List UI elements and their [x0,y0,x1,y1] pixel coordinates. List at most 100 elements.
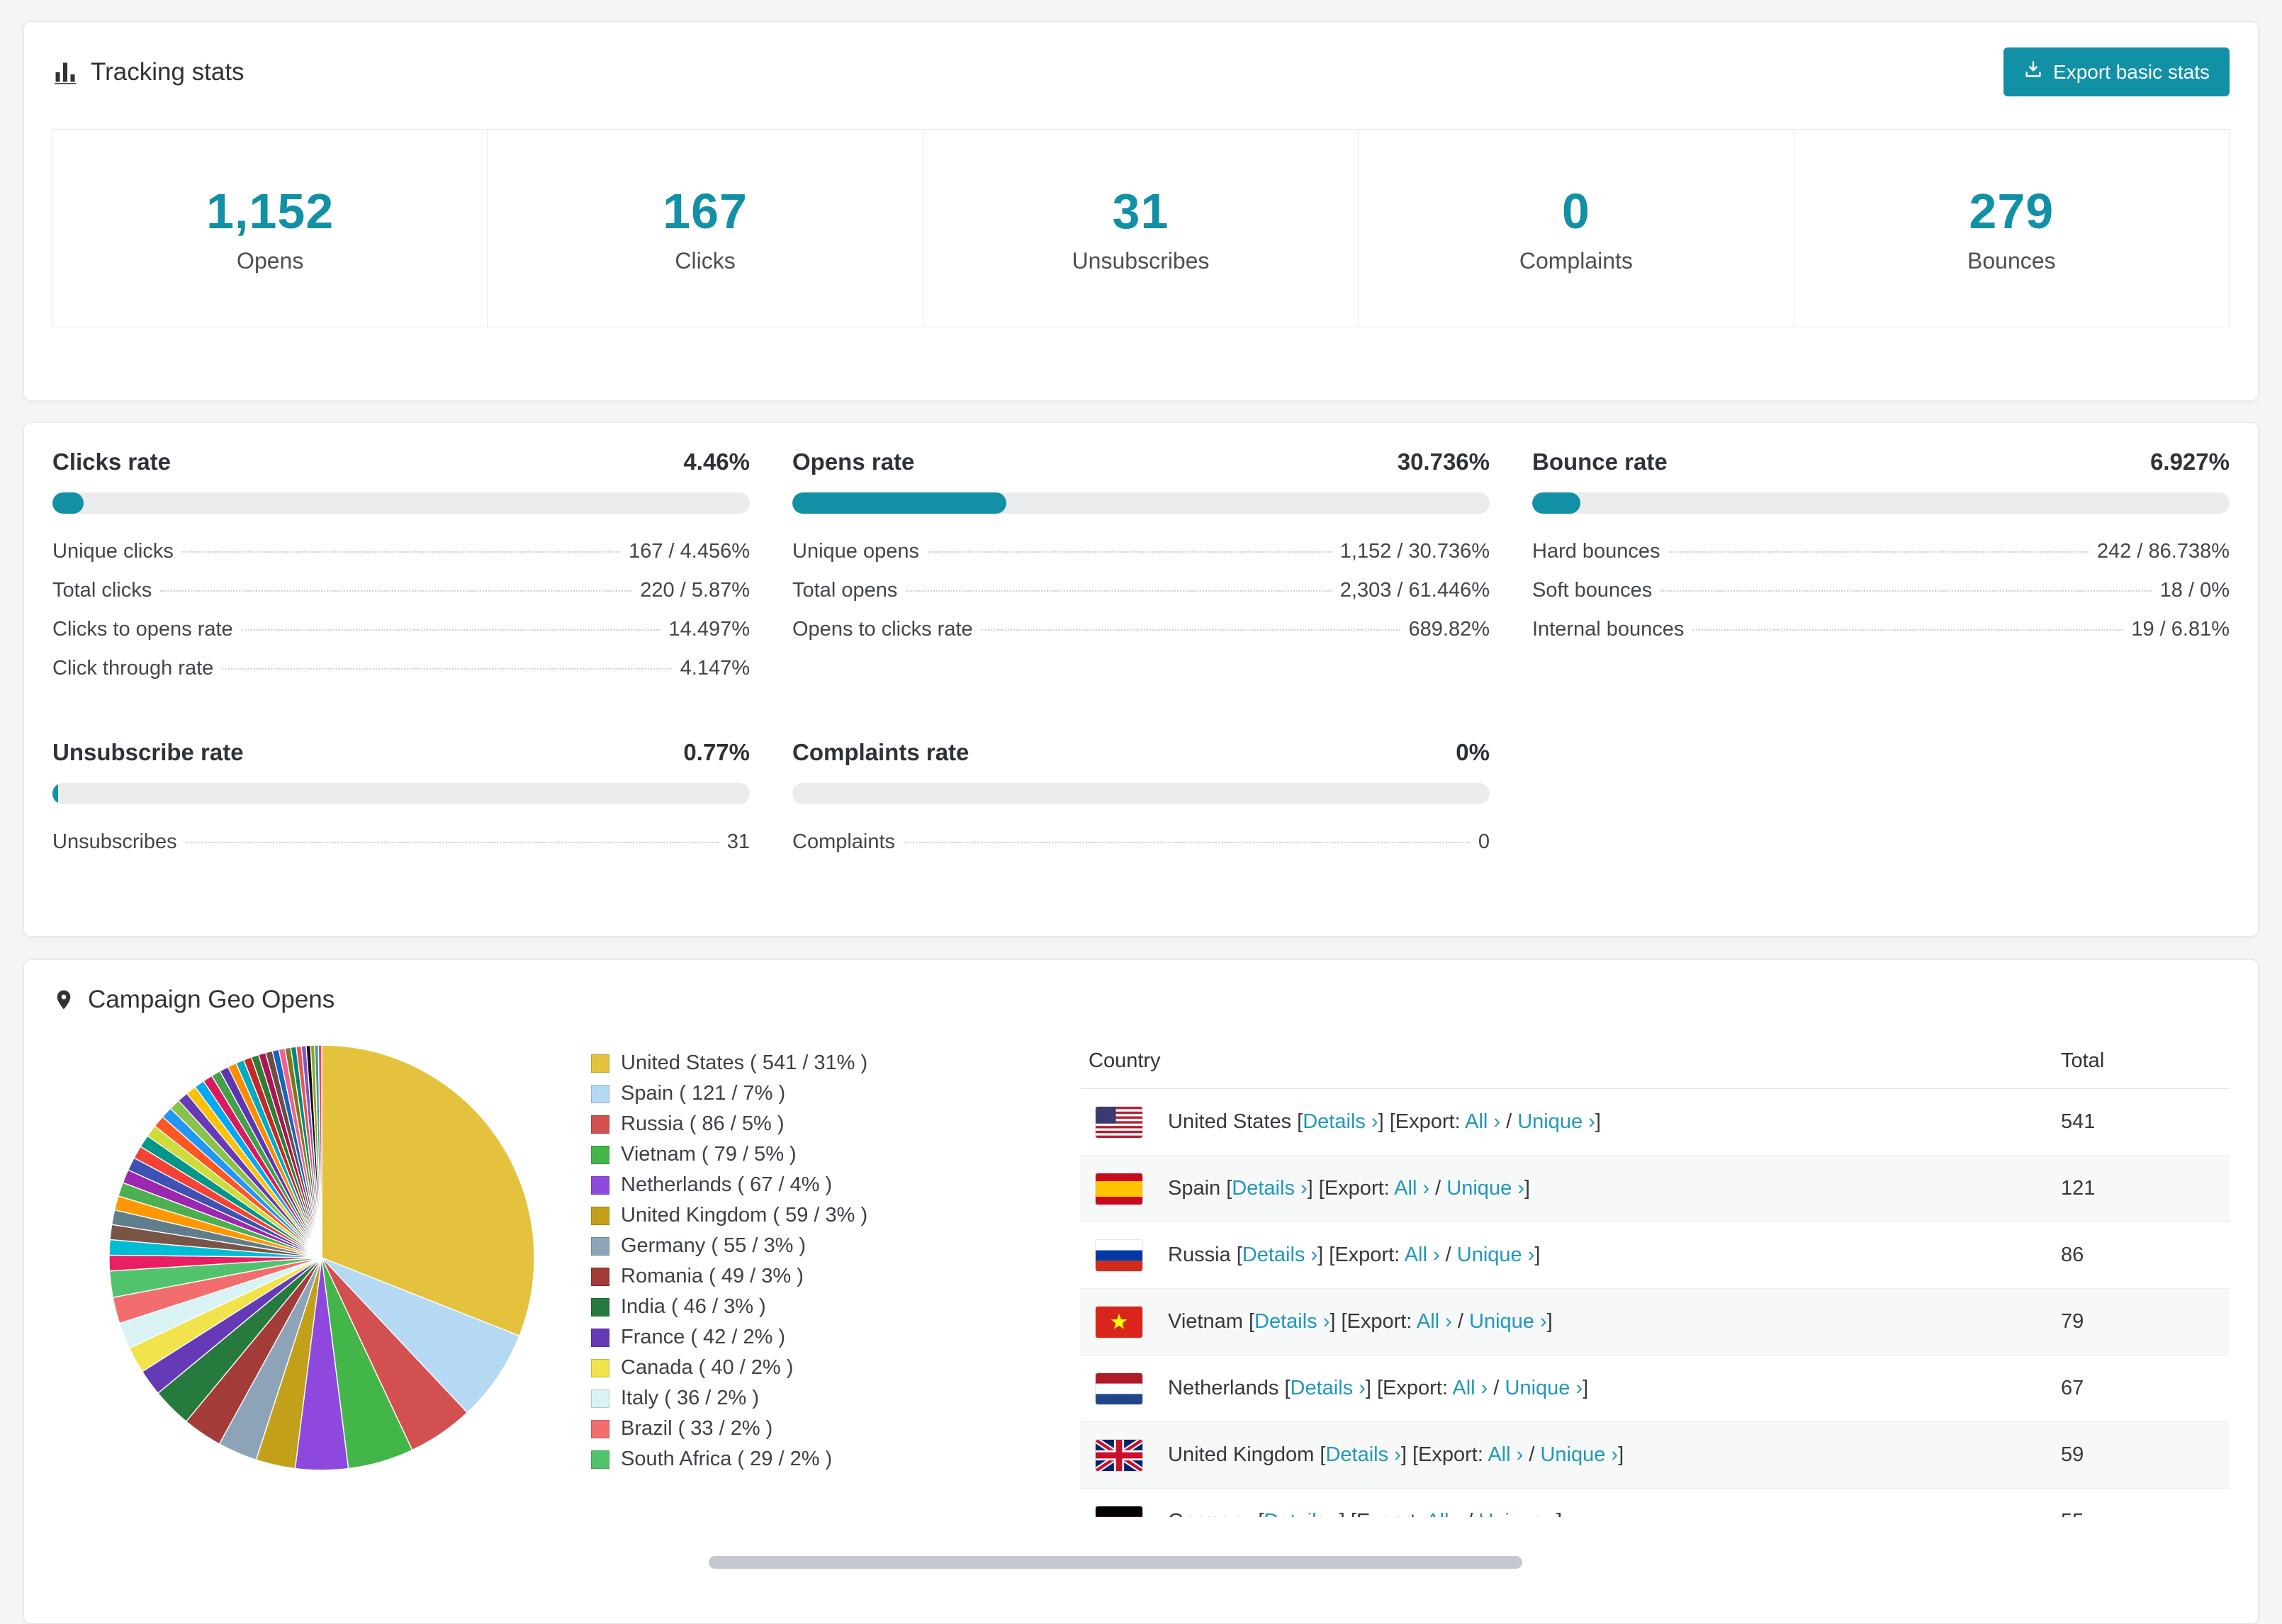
stat-value: 167 / 4.456% [629,540,750,563]
rate-title: Opens rate [792,449,915,475]
rate-title: Bounce rate [1532,449,1668,475]
horizontal-scrollbar-thumb[interactable] [709,1556,1522,1569]
stat-label: Complaints [792,830,896,853]
export-all-link[interactable]: All › [1488,1443,1523,1466]
stat-value: 4.147% [680,657,750,680]
rate-title: Complaints rate [792,739,969,765]
country-cell: Spain [Details ›] [Export: All › / Uniqu… [1159,1155,2052,1222]
export-unique-link[interactable]: Unique › [1469,1310,1547,1333]
bracket: [ [1284,1377,1291,1399]
legend-label: United States ( 541 / 31% ) [621,1051,868,1074]
legend-label: Vietnam ( 79 / 5% ) [621,1143,797,1166]
legend-color-swatch [591,1419,609,1438]
legend-color-swatch [591,1206,609,1225]
legend-color-swatch [591,1389,609,1408]
rate-block-complaints-rate: Complaints rate 0% Complaints 0 [792,739,1490,862]
bracket: ] [1317,1244,1324,1266]
export-unique-link[interactable]: Unique › [1540,1443,1618,1466]
legend-label: South Africa ( 29 / 2% ) [621,1448,833,1470]
geo-table-row: Russia [Details ›] [Export: All › / Uniq… [1080,1222,2230,1289]
total-cell: 55 [2052,1488,2230,1517]
stat-line: Unique opens 1,152 / 30.736% [792,532,1490,571]
rate-value: 0% [1456,739,1490,765]
export-unique-link[interactable]: Unique › [1478,1510,1556,1517]
export-unique-link[interactable]: Unique › [1505,1377,1583,1399]
total-cell: 67 [2052,1355,2230,1422]
details-link[interactable]: Details › [1232,1177,1307,1200]
total-cell: 59 [2052,1421,2230,1489]
details-link[interactable]: Details › [1254,1310,1330,1333]
stat-line: Total opens 2,303 / 61.446% [792,571,1490,610]
stat-line: Clicks to opens rate 14.497% [52,610,750,649]
stat-line: Total clicks 220 / 5.87% [52,571,750,610]
stat-label: Unique opens [792,540,919,563]
stat-label: Unsubscribes [52,830,177,853]
stat-label: Unique clicks [52,540,174,563]
stat-value: 2,303 / 61.446% [1339,579,1490,602]
country-cell: Vietnam [Details ›] [Export: All › / Uni… [1159,1288,2052,1355]
geo-body: United States ( 541 / 31% ) Spain ( 121 /… [52,1038,2230,1517]
summary-grid: 1,152 Opens 167 Clicks 31 Unsubscribes 0 Compla… [52,129,2230,327]
export-all-link[interactable]: All › [1405,1244,1440,1266]
bracket: ] [1339,1510,1345,1517]
slash: / [1523,1443,1541,1466]
dotted-leader [906,590,1332,592]
country-name: Germany [1168,1510,1252,1517]
rate-block-bounce-rate: Bounce rate 6.927% Hard bounces 242 / 86.73… [1532,449,2230,688]
legend-label: Russia ( 86 / 5% ) [621,1112,785,1135]
export-basic-stats-button[interactable]: Export basic stats [2003,47,2230,96]
details-link[interactable]: Details › [1242,1244,1317,1266]
bracket: ] [1400,1443,1407,1466]
stat-value: 689.82% [1408,618,1490,641]
legend-color-swatch [591,1328,609,1347]
rate-progress-fill [52,492,84,514]
dotted-leader [241,629,661,631]
export-unique-link[interactable]: Unique › [1457,1244,1535,1266]
bracket: [ [1236,1244,1242,1266]
summary-value: 279 [1969,183,2055,239]
total-cell: 541 [2052,1088,2230,1156]
rate-block-unsubscribe-rate: Unsubscribe rate 0.77% Unsubscribes 31 [52,739,750,862]
geo-table-row: United States [Details ›] [Export: All ›… [1080,1088,2230,1156]
export-all-link[interactable]: All › [1452,1377,1488,1399]
export-unique-link[interactable]: Unique › [1517,1110,1595,1133]
export-label: [Export: [1351,1510,1426,1517]
geo-header: Campaign Geo Opens [52,986,2230,1014]
tracking-stats-header: Tracking stats Export basic stats [52,47,2230,96]
export-label: [Export: [1318,1177,1395,1200]
bracket: ] [1556,1510,1562,1517]
stat-line: Soft bounces 18 / 0% [1532,571,2230,610]
export-all-link[interactable]: All › [1394,1177,1429,1200]
bracket: ] [1307,1177,1313,1200]
country-cell: United Kingdom [Details ›] [Export: All … [1159,1421,2052,1489]
tracking-stats-title-text: Tracking stats [91,57,244,86]
legend-item: India ( 46 / 3% ) [591,1292,1052,1322]
download-icon [2023,60,2043,84]
rates-row-secondary: Unsubscribe rate 0.77% Unsubscribes 31 Compl… [52,739,2230,862]
details-link[interactable]: Details › [1264,1510,1339,1517]
export-all-link[interactable]: All › [1426,1510,1461,1517]
stat-line: Internal bounces 19 / 6.81% [1532,610,2230,649]
slash: / [1461,1510,1478,1517]
export-all-link[interactable]: All › [1465,1110,1500,1133]
legend-item: Russia ( 86 / 5% ) [591,1109,1052,1139]
country-name: United Kingdom [1168,1443,1315,1466]
rate-progress-fill [52,783,58,804]
legend-label: Canada ( 40 / 2% ) [621,1356,794,1379]
summary-stat-opens: 1,152 Opens [52,129,488,327]
export-unique-link[interactable]: Unique › [1446,1177,1524,1200]
dotted-leader [1660,590,2152,592]
export-label: [Export: [1412,1443,1488,1466]
legend-color-swatch [591,1084,609,1103]
details-link[interactable]: Details › [1303,1110,1378,1133]
stat-value: 14.497% [668,618,751,641]
details-link[interactable]: Details › [1291,1377,1366,1399]
legend-color-swatch [591,1145,609,1164]
details-link[interactable]: Details › [1325,1443,1400,1466]
export-all-link[interactable]: All › [1417,1310,1452,1333]
stat-value: 19 / 6.81% [2131,618,2230,641]
export-label: [Export: [1341,1310,1417,1333]
legend-item: Vietnam ( 79 / 5% ) [591,1139,1052,1170]
summary-value: 167 [663,183,748,239]
rates-row-primary: Clicks rate 4.46% Unique clicks 167 / 4.456… [52,449,2230,688]
